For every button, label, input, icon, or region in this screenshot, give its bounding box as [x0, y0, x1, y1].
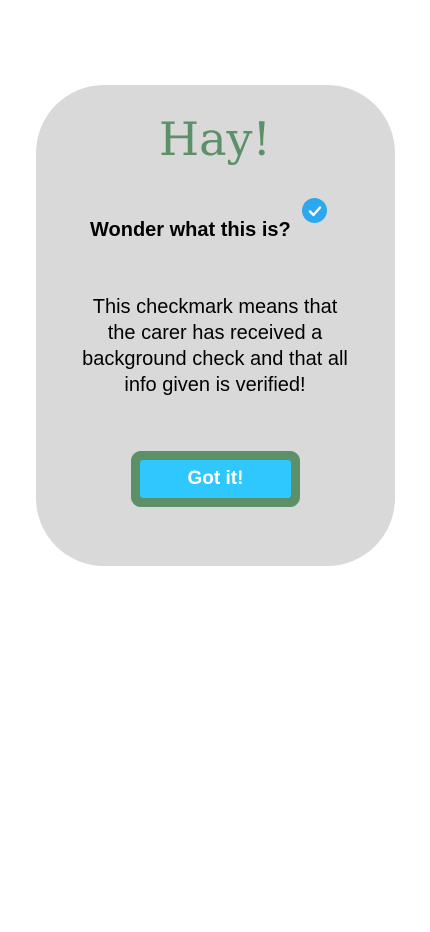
description-line: This checkmark means that	[92, 296, 338, 318]
dialog-title: Hay!	[158, 112, 271, 166]
checkmark-badge-icon	[302, 198, 327, 223]
got-it-button[interactable]: Got it!	[131, 451, 300, 507]
description-line: the carer has received a	[107, 322, 323, 344]
dialog-description: This checkmark means that the carer has …	[55, 294, 375, 398]
description-line: background check and that all	[82, 348, 348, 370]
page: Hay! Wonder what this is? This checkmark…	[0, 0, 430, 932]
dialog-question: Wonder what this is?	[90, 219, 291, 241]
got-it-button-label: Got it!	[140, 460, 291, 498]
description-line: info given is verified!	[124, 374, 306, 396]
